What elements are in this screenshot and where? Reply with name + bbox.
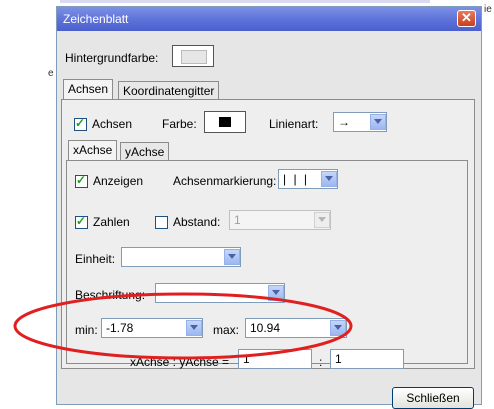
highlight-ellipse-shape (13, 292, 353, 360)
highlight-ellipse (13, 292, 353, 360)
